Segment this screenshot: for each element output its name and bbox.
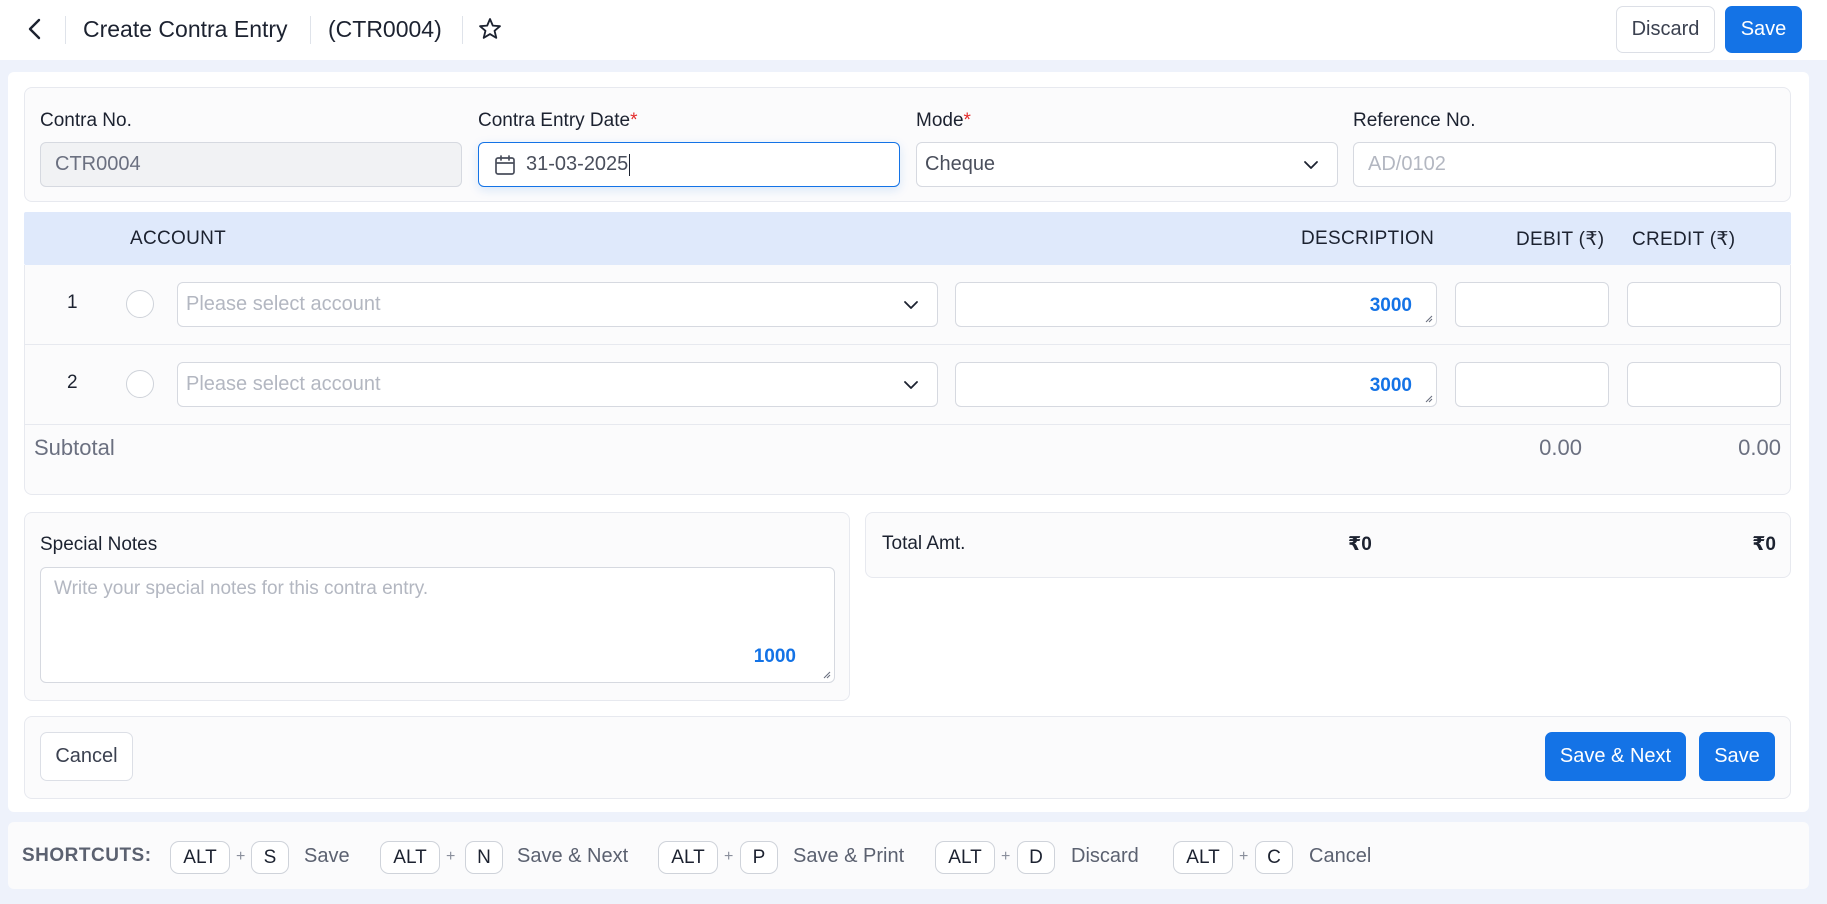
reference-input[interactable]: AD/0102 xyxy=(1353,142,1776,187)
calendar-icon[interactable] xyxy=(493,153,517,177)
discard-button[interactable]: Discard xyxy=(1616,6,1715,53)
mode-label: Mode* xyxy=(916,110,971,131)
total-amount-label: Total Amt. xyxy=(882,533,966,554)
column-debit: DEBIT (₹) xyxy=(1516,229,1605,250)
special-notes-placeholder: Write your special notes for this contra… xyxy=(54,578,429,599)
total-debit: ₹0 xyxy=(1348,534,1372,555)
special-notes-panel: Special Notes Write your special notes f… xyxy=(24,512,850,701)
resize-handle-icon[interactable] xyxy=(1424,394,1433,403)
special-notes-textarea[interactable]: Write your special notes for this contra… xyxy=(40,567,835,683)
special-notes-label: Special Notes xyxy=(40,534,158,555)
save-and-next-button[interactable]: Save & Next xyxy=(1545,732,1686,781)
plus-sign: + xyxy=(1239,848,1249,865)
key-p: P xyxy=(740,841,778,874)
entry-date-field[interactable]: 31-03-2025 xyxy=(478,142,900,187)
shortcut-save-print-label: Save & Print xyxy=(793,845,905,867)
description-input[interactable]: 3000 xyxy=(955,362,1437,407)
column-credit: CREDIT (₹) xyxy=(1632,229,1736,250)
mode-value: Cheque xyxy=(925,153,996,175)
column-account: ACCOUNT xyxy=(130,228,227,249)
account-select[interactable]: Please select account xyxy=(177,282,938,327)
back-arrow-icon[interactable] xyxy=(20,14,50,44)
key-c: C xyxy=(1255,841,1293,874)
chevron-down-icon xyxy=(1304,161,1318,169)
key-alt: ALT xyxy=(380,841,440,874)
entry-details-panel: Contra No. CTR0004 Contra Entry Date* 31… xyxy=(24,87,1791,202)
debit-input[interactable] xyxy=(1455,282,1609,327)
account-placeholder: Please select account xyxy=(186,373,381,395)
subtotal-debit: 0.00 xyxy=(1539,435,1582,460)
plus-sign: + xyxy=(1001,848,1011,865)
debit-input[interactable] xyxy=(1455,362,1609,407)
subtotal-label: Subtotal xyxy=(34,435,115,460)
char-counter: 3000 xyxy=(1369,295,1412,316)
resize-handle-icon[interactable] xyxy=(1424,314,1433,323)
divider xyxy=(462,16,463,44)
row-number: 1 xyxy=(67,292,78,313)
key-alt: ALT xyxy=(658,841,718,874)
shortcut-discard-label: Discard xyxy=(1071,845,1139,867)
chevron-down-icon xyxy=(904,381,918,389)
totals-panel: Total Amt. ₹0 ₹0 xyxy=(865,512,1791,578)
contra-no-field: CTR0004 xyxy=(40,142,462,187)
char-counter: 3000 xyxy=(1369,375,1412,396)
plus-sign: + xyxy=(446,848,456,865)
contra-no-value: CTR0004 xyxy=(55,153,141,175)
table-header: ACCOUNT DESCRIPTION DEBIT (₹) CREDIT (₹) xyxy=(24,212,1791,265)
table-body: 1 Please select account 3000 2 Please se… xyxy=(24,265,1791,495)
reference-label: Reference No. xyxy=(1353,110,1476,131)
shortcuts-bar: SHORTCUTS: ALT + S Save ALT + N Save & N… xyxy=(8,822,1809,889)
divider xyxy=(310,16,311,44)
description-input[interactable]: 3000 xyxy=(955,282,1437,327)
credit-input[interactable] xyxy=(1627,282,1781,327)
account-placeholder: Please select account xyxy=(186,293,381,315)
subtotal-credit: 0.00 xyxy=(1738,435,1781,460)
row-divider xyxy=(25,424,1790,425)
shortcuts-title: SHORTCUTS: xyxy=(22,845,152,866)
key-alt: ALT xyxy=(1173,841,1233,874)
credit-input[interactable] xyxy=(1627,362,1781,407)
row-number: 2 xyxy=(67,372,78,393)
shortcut-cancel-label: Cancel xyxy=(1309,845,1372,867)
entry-date-label: Contra Entry Date* xyxy=(478,110,638,131)
row-divider xyxy=(25,344,1790,345)
chevron-down-icon xyxy=(904,301,918,309)
key-alt: ALT xyxy=(935,841,995,874)
row-select-radio[interactable] xyxy=(126,370,154,398)
footer-actions: Cancel Save & Next Save xyxy=(24,716,1791,799)
key-d: D xyxy=(1017,841,1055,874)
total-credit: ₹0 xyxy=(1752,534,1776,555)
plus-sign: + xyxy=(724,848,734,865)
key-n: N xyxy=(465,841,503,874)
account-select[interactable]: Please select account xyxy=(177,362,938,407)
entry-code: (CTR0004) xyxy=(328,16,442,42)
shortcut-save-next-label: Save & Next xyxy=(517,845,629,867)
star-icon[interactable] xyxy=(475,14,505,44)
plus-sign: + xyxy=(236,848,246,865)
key-s: S xyxy=(251,841,289,874)
char-counter: 1000 xyxy=(753,646,796,667)
column-description: DESCRIPTION xyxy=(1301,228,1435,249)
page-title: Create Contra Entry xyxy=(83,16,288,42)
contra-no-label: Contra No. xyxy=(40,110,132,131)
cancel-button[interactable]: Cancel xyxy=(40,732,133,781)
save-button[interactable]: Save xyxy=(1699,732,1775,781)
text-caret xyxy=(629,153,631,176)
mode-select[interactable]: Cheque xyxy=(916,142,1338,187)
resize-handle-icon[interactable] xyxy=(822,670,831,679)
reference-placeholder: AD/0102 xyxy=(1368,153,1446,175)
save-button-top[interactable]: Save xyxy=(1725,6,1802,53)
row-select-radio[interactable] xyxy=(126,290,154,318)
main-card: Contra No. CTR0004 Contra Entry Date* 31… xyxy=(8,72,1809,812)
key-alt: ALT xyxy=(170,841,230,874)
divider xyxy=(65,16,66,44)
entry-date-value: 31-03-2025 xyxy=(526,153,629,175)
top-bar: Create Contra Entry (CTR0004) Discard Sa… xyxy=(0,0,1827,60)
shortcut-save-label: Save xyxy=(304,845,350,867)
